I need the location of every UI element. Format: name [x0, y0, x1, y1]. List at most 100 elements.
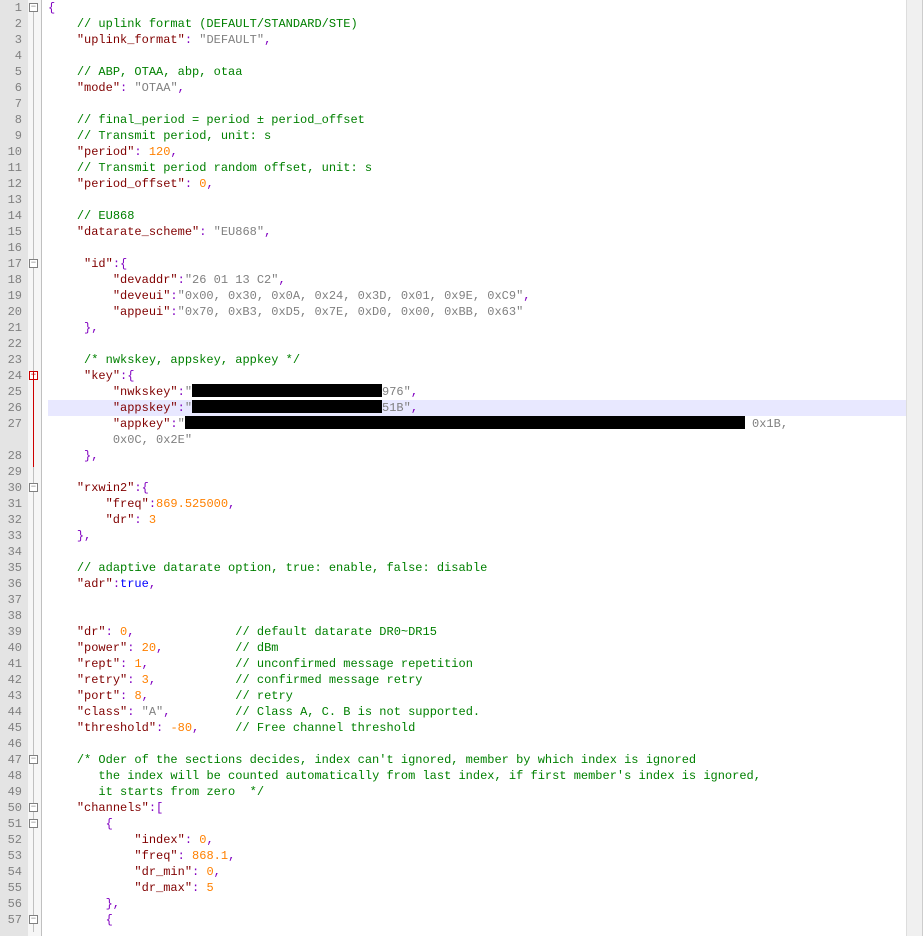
code-line[interactable]: "class": "A", // Class A, C. B is not su… [48, 704, 906, 720]
code-editor[interactable]: 1234567891011121314151617181920212223242… [0, 0, 923, 936]
line-number: 51 [6, 816, 22, 832]
line-number: 46 [6, 736, 22, 752]
code-line[interactable] [48, 96, 906, 112]
line-number: 30 [6, 480, 22, 496]
line-number: 24 [6, 368, 22, 384]
code-line[interactable]: "freq":869.525000, [48, 496, 906, 512]
code-line[interactable]: "uplink_format": "DEFAULT", [48, 32, 906, 48]
code-line[interactable]: "port": 8, // retry [48, 688, 906, 704]
code-line[interactable]: "index": 0, [48, 832, 906, 848]
line-number: 44 [6, 704, 22, 720]
code-line[interactable]: "period_offset": 0, [48, 176, 906, 192]
code-line[interactable]: "dr": 3 [48, 512, 906, 528]
code-line[interactable]: "nwkskey":"976", [48, 384, 906, 400]
code-line[interactable] [48, 592, 906, 608]
code-line[interactable]: "threshold": -80, // Free channel thresh… [48, 720, 906, 736]
code-line[interactable]: }, [48, 448, 906, 464]
code-line[interactable]: "dr": 0, // default datarate DR0~DR15 [48, 624, 906, 640]
code-line[interactable]: /* nwkskey, appskey, appkey */ [48, 352, 906, 368]
code-line[interactable]: }, [48, 528, 906, 544]
code-line[interactable]: "key":{ [48, 368, 906, 384]
line-number: 8 [6, 112, 22, 128]
code-line[interactable]: "retry": 3, // confirmed message retry [48, 672, 906, 688]
line-number: 39 [6, 624, 22, 640]
line-number: 43 [6, 688, 22, 704]
code-line[interactable]: "channels":[ [48, 800, 906, 816]
code-line[interactable]: /* Oder of the sections decides, index c… [48, 752, 906, 768]
code-line[interactable]: "appkey":" 0x1B, [48, 416, 906, 432]
code-line[interactable]: "freq": 868.1, [48, 848, 906, 864]
line-number: 48 [6, 768, 22, 784]
code-line[interactable]: }, [48, 320, 906, 336]
code-line[interactable]: // uplink format (DEFAULT/STANDARD/STE) [48, 16, 906, 32]
code-line[interactable]: "deveui":"0x00, 0x30, 0x0A, 0x24, 0x3D, … [48, 288, 906, 304]
line-number: 38 [6, 608, 22, 624]
code-line[interactable]: "id":{ [48, 256, 906, 272]
code-line[interactable]: // final_period = period ± period_offset [48, 112, 906, 128]
code-line[interactable] [48, 336, 906, 352]
code-line[interactable]: "dr_max": 5 [48, 880, 906, 896]
redacted-block [185, 416, 745, 429]
line-number: 27 [6, 416, 22, 432]
code-line-wrap[interactable]: 0x0C, 0x2E" [48, 432, 906, 448]
fold-margin[interactable]: −−−−−−−− [28, 0, 42, 936]
line-number: 28 [6, 448, 22, 464]
code-line[interactable] [48, 608, 906, 624]
line-number: 36 [6, 576, 22, 592]
fold-toggle[interactable]: − [29, 3, 38, 12]
code-line[interactable]: "rept": 1, // unconfirmed message repeti… [48, 656, 906, 672]
code-line[interactable]: "mode": "OTAA", [48, 80, 906, 96]
line-number: 3 [6, 32, 22, 48]
code-line[interactable]: "dr_min": 0, [48, 864, 906, 880]
code-line[interactable]: "devaddr":"26 01 13 C2", [48, 272, 906, 288]
code-line[interactable]: // EU868 [48, 208, 906, 224]
code-line[interactable] [48, 736, 906, 752]
line-number: 41 [6, 656, 22, 672]
line-number: 19 [6, 288, 22, 304]
line-number: 14 [6, 208, 22, 224]
code-line[interactable]: { [48, 912, 906, 928]
code-line[interactable] [48, 192, 906, 208]
code-line[interactable]: { [48, 0, 906, 16]
fold-toggle[interactable]: − [29, 803, 38, 812]
line-number: 4 [6, 48, 22, 64]
line-number: 53 [6, 848, 22, 864]
code-line[interactable]: "rxwin2":{ [48, 480, 906, 496]
line-number: 34 [6, 544, 22, 560]
code-line[interactable]: "datarate_scheme": "EU868", [48, 224, 906, 240]
fold-toggle[interactable]: − [29, 259, 38, 268]
code-line[interactable]: "power": 20, // dBm [48, 640, 906, 656]
fold-toggle[interactable]: − [29, 819, 38, 828]
code-line[interactable]: "appskey":"51B", [48, 400, 906, 416]
line-number: 31 [6, 496, 22, 512]
code-line[interactable]: // Transmit period random offset, unit: … [48, 160, 906, 176]
code-line[interactable]: "period": 120, [48, 144, 906, 160]
code-line[interactable]: "adr":true, [48, 576, 906, 592]
line-number: 25 [6, 384, 22, 400]
code-line[interactable]: // Transmit period, unit: s [48, 128, 906, 144]
code-line[interactable] [48, 240, 906, 256]
fold-toggle[interactable]: − [29, 755, 38, 764]
code-line[interactable]: // adaptive datarate option, true: enabl… [48, 560, 906, 576]
line-number: 47 [6, 752, 22, 768]
code-line[interactable]: the index will be counted automatically … [48, 768, 906, 784]
code-line[interactable] [48, 544, 906, 560]
code-line[interactable]: }, [48, 896, 906, 912]
line-number: 40 [6, 640, 22, 656]
line-number: 11 [6, 160, 22, 176]
line-number: 20 [6, 304, 22, 320]
fold-toggle[interactable]: − [29, 483, 38, 492]
code-line[interactable]: { [48, 816, 906, 832]
line-number: 7 [6, 96, 22, 112]
code-line[interactable] [48, 48, 906, 64]
fold-toggle[interactable]: − [29, 915, 38, 924]
line-number: 29 [6, 464, 22, 480]
code-area[interactable]: { // uplink format (DEFAULT/STANDARD/STE… [42, 0, 906, 936]
line-number: 12 [6, 176, 22, 192]
code-line[interactable]: it starts from zero */ [48, 784, 906, 800]
line-number: 26 [6, 400, 22, 416]
code-line[interactable]: "appeui":"0x70, 0xB3, 0xD5, 0x7E, 0xD0, … [48, 304, 906, 320]
code-line[interactable] [48, 464, 906, 480]
vertical-scrollbar[interactable] [906, 0, 922, 936]
code-line[interactable]: // ABP, OTAA, abp, otaa [48, 64, 906, 80]
